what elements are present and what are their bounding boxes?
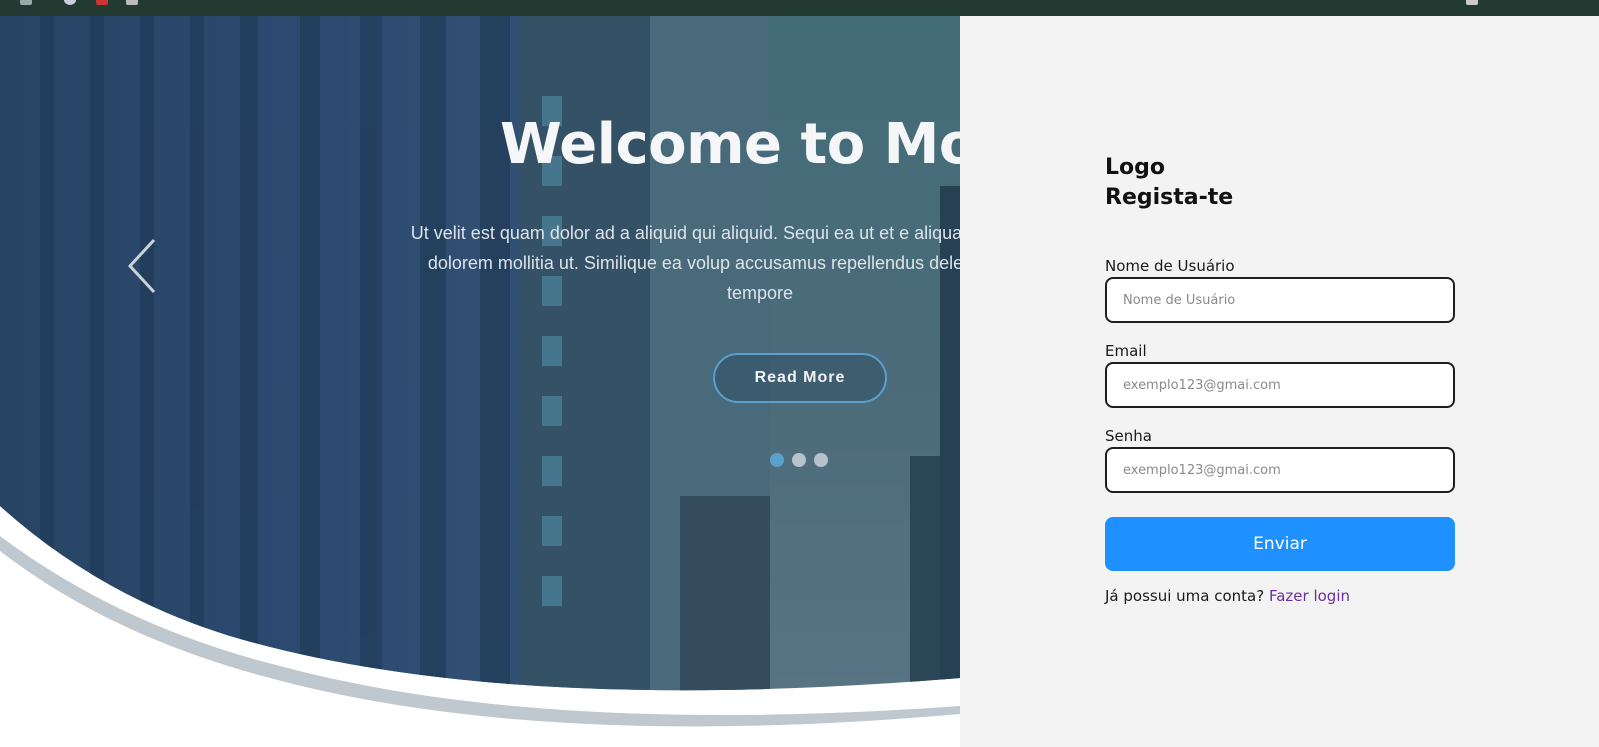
code-icon[interactable] [126, 0, 138, 5]
username-input[interactable] [1105, 277, 1455, 323]
carousel-dot[interactable] [814, 453, 828, 467]
form-heading: Regista-te [1105, 185, 1234, 210]
logo: Logo [1105, 155, 1165, 180]
apps-icon[interactable] [20, 0, 32, 5]
refresh-icon[interactable] [64, 0, 76, 5]
browser-toolbar [0, 0, 1599, 16]
login-prompt-text: Já possui uma conta? [1105, 587, 1265, 605]
profile-icon[interactable] [1466, 0, 1478, 5]
email-input[interactable] [1105, 362, 1455, 408]
password-input[interactable] [1105, 447, 1455, 493]
extension-icon[interactable] [96, 0, 108, 5]
chevron-left-icon [127, 238, 156, 294]
carousel-indicators [770, 453, 836, 467]
email-label: Email [1105, 342, 1147, 360]
hero-title: Welcome to Moo [500, 112, 960, 177]
register-form: Logo Regista-te Nome de Usuário Email Se… [1105, 153, 1455, 605]
login-prompt-line: Já possui uma conta? Fazer login [1105, 587, 1455, 605]
password-label: Senha [1105, 427, 1152, 445]
register-panel: Logo Regista-te Nome de Usuário Email Se… [960, 16, 1599, 747]
hero-description: Ut velit est quam dolor ad a aliquid qui… [410, 223, 960, 303]
read-more-button[interactable]: Read More [713, 353, 887, 403]
username-label: Nome de Usuário [1105, 257, 1235, 275]
carousel-dot[interactable] [770, 453, 784, 467]
hero-carousel: Welcome to Moo Ut velit est quam dolor a… [0, 16, 960, 747]
submit-button[interactable]: Enviar [1105, 517, 1455, 571]
carousel-prev-button[interactable] [124, 236, 164, 296]
login-link[interactable]: Fazer login [1269, 587, 1350, 605]
carousel-dot[interactable] [792, 453, 806, 467]
